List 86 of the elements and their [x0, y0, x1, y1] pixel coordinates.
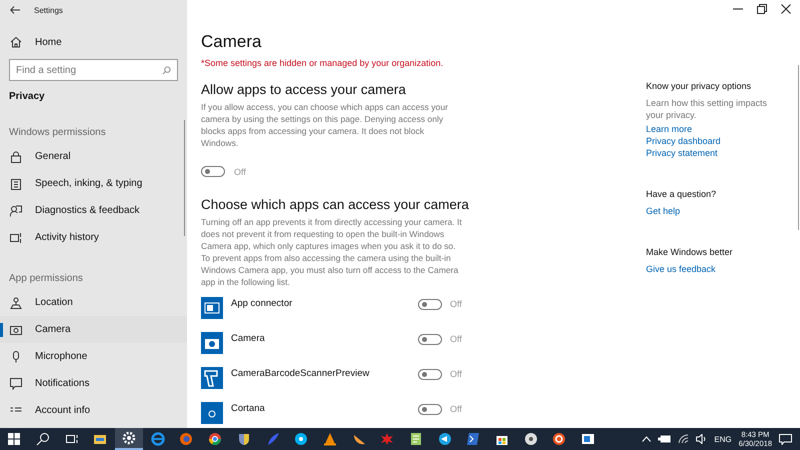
- section-title: Privacy: [8, 90, 46, 104]
- app-name: Camera: [231, 333, 266, 344]
- aside-heading: Make Windows better: [646, 247, 734, 257]
- disc-icon: [524, 432, 538, 446]
- restore-icon[interactable]: [757, 4, 767, 14]
- link[interactable]: Privacy statement: [646, 147, 786, 159]
- scanner-app-icon: [201, 367, 223, 389]
- toggle-switch[interactable]: [418, 404, 442, 415]
- sidebar-item[interactable]: Account info: [0, 397, 187, 424]
- language-indicator[interactable]: ENG: [714, 434, 732, 444]
- sidebar-item[interactable]: Speech, inking, & typing: [0, 170, 187, 197]
- person-icon: [10, 204, 22, 216]
- window-icon: [581, 432, 596, 446]
- task-view-icon: [64, 432, 79, 446]
- fruit-slice-icon: [352, 432, 366, 446]
- aside-text: Learn how this setting impacts your privacy.: [646, 97, 768, 121]
- splat-icon: [380, 432, 394, 446]
- toggle-label: Off: [234, 166, 246, 176]
- app-name: App connector: [231, 298, 294, 309]
- app-name: Cortana: [231, 403, 266, 414]
- search-field[interactable]: Find a setting: [9, 59, 178, 81]
- microphone-icon: [10, 350, 22, 362]
- camera-app-icon: [201, 332, 223, 354]
- home-item[interactable]: Home: [0, 29, 187, 55]
- toggle-switch[interactable]: [418, 369, 442, 380]
- link[interactable]: Privacy dashboard: [646, 135, 786, 147]
- toggle-label: Off: [450, 369, 462, 379]
- toggle-label: Off: [450, 334, 462, 344]
- close-icon[interactable]: [781, 4, 791, 14]
- lock-icon: [10, 150, 22, 162]
- feather-icon: [266, 432, 280, 446]
- timeline-icon: [10, 232, 22, 244]
- taskbar-button[interactable]: [114, 428, 144, 450]
- toggle-label: Off: [450, 404, 462, 414]
- toggle-label: Off: [450, 299, 462, 309]
- sidebar-item[interactable]: Activity history: [0, 224, 187, 251]
- location-icon: [10, 296, 22, 308]
- app-name: CameraBarcodeScannerPreview: [231, 368, 370, 379]
- link[interactable]: Learn more: [646, 123, 786, 135]
- notification-icon[interactable]: [779, 434, 792, 444]
- battery-icon[interactable]: [658, 435, 672, 443]
- sidebar-item[interactable]: Camera: [0, 316, 187, 343]
- ubuntu-logo-icon: [552, 432, 566, 446]
- back-arrow-icon[interactable]: [10, 6, 20, 14]
- link[interactable]: Get help: [646, 205, 786, 217]
- sidebar-item[interactable]: Location: [0, 289, 187, 316]
- windows-logo-icon: [7, 432, 22, 446]
- aside-heading: Know your privacy options: [646, 81, 752, 91]
- connector-app-icon: [201, 297, 223, 319]
- traffic-cone-icon: [322, 432, 337, 446]
- group-heading: App permissions: [8, 272, 84, 286]
- description-text: If you allow access, you can choose which apps can access your camera by using the settings on this page. Denying access only blocks apps from accessing your camera. It does not block Windows.: [201, 101, 449, 149]
- camera-icon: [10, 324, 22, 336]
- browser-icon: [208, 432, 222, 446]
- sidebar-item[interactable]: General: [0, 143, 187, 170]
- notepad-icon: [408, 432, 423, 446]
- toggle-switch[interactable]: [418, 299, 442, 310]
- settings-icon: [122, 431, 136, 445]
- aside-heading: Have a question?: [646, 189, 718, 199]
- speaker-icon[interactable]: [696, 434, 708, 444]
- section-heading: Allow apps to access your camera: [201, 82, 407, 97]
- browser-icon: [150, 432, 165, 446]
- page-title: Camera: [201, 32, 262, 52]
- section-heading: Choose which apps can access your camera: [201, 197, 470, 212]
- home-icon: [10, 36, 22, 48]
- terminal-icon: [466, 432, 480, 446]
- notice-text: *Some settings are hidden or managed by your organization.: [201, 58, 444, 68]
- search-icon: [36, 432, 50, 446]
- link[interactable]: Give us feedback: [646, 263, 786, 275]
- search-icon: [162, 66, 171, 75]
- shield-icon: [236, 432, 251, 446]
- browser-icon: [179, 432, 194, 446]
- notification-icon: [10, 378, 22, 390]
- folder-icon: [93, 432, 108, 446]
- description-text: Turning off an app prevents it from directly accessing your camera. It does not prevent it from requesting to open the built-in Windows Camera app, which only captures images when you ask it to do so. To prevent apps from also accessing the camera using the built-in Windows Camera app, you must also turn off access to the Camera app in the following list.: [201, 216, 463, 288]
- toggle-switch[interactable]: [418, 334, 442, 345]
- clipboard-icon: [10, 178, 22, 190]
- group-heading: Windows permissions: [8, 126, 107, 140]
- toggle-switch[interactable]: [201, 166, 225, 177]
- sidebar-item[interactable]: Diagnostics & feedback: [0, 197, 187, 224]
- wifi-icon[interactable]: [678, 434, 690, 444]
- chevron-up-icon[interactable]: [642, 436, 652, 442]
- sidebar-item[interactable]: Microphone: [0, 343, 187, 370]
- window-title: Settings: [34, 6, 63, 14]
- sidebar-item[interactable]: Notifications: [0, 370, 187, 397]
- circle-app-icon: [201, 402, 223, 424]
